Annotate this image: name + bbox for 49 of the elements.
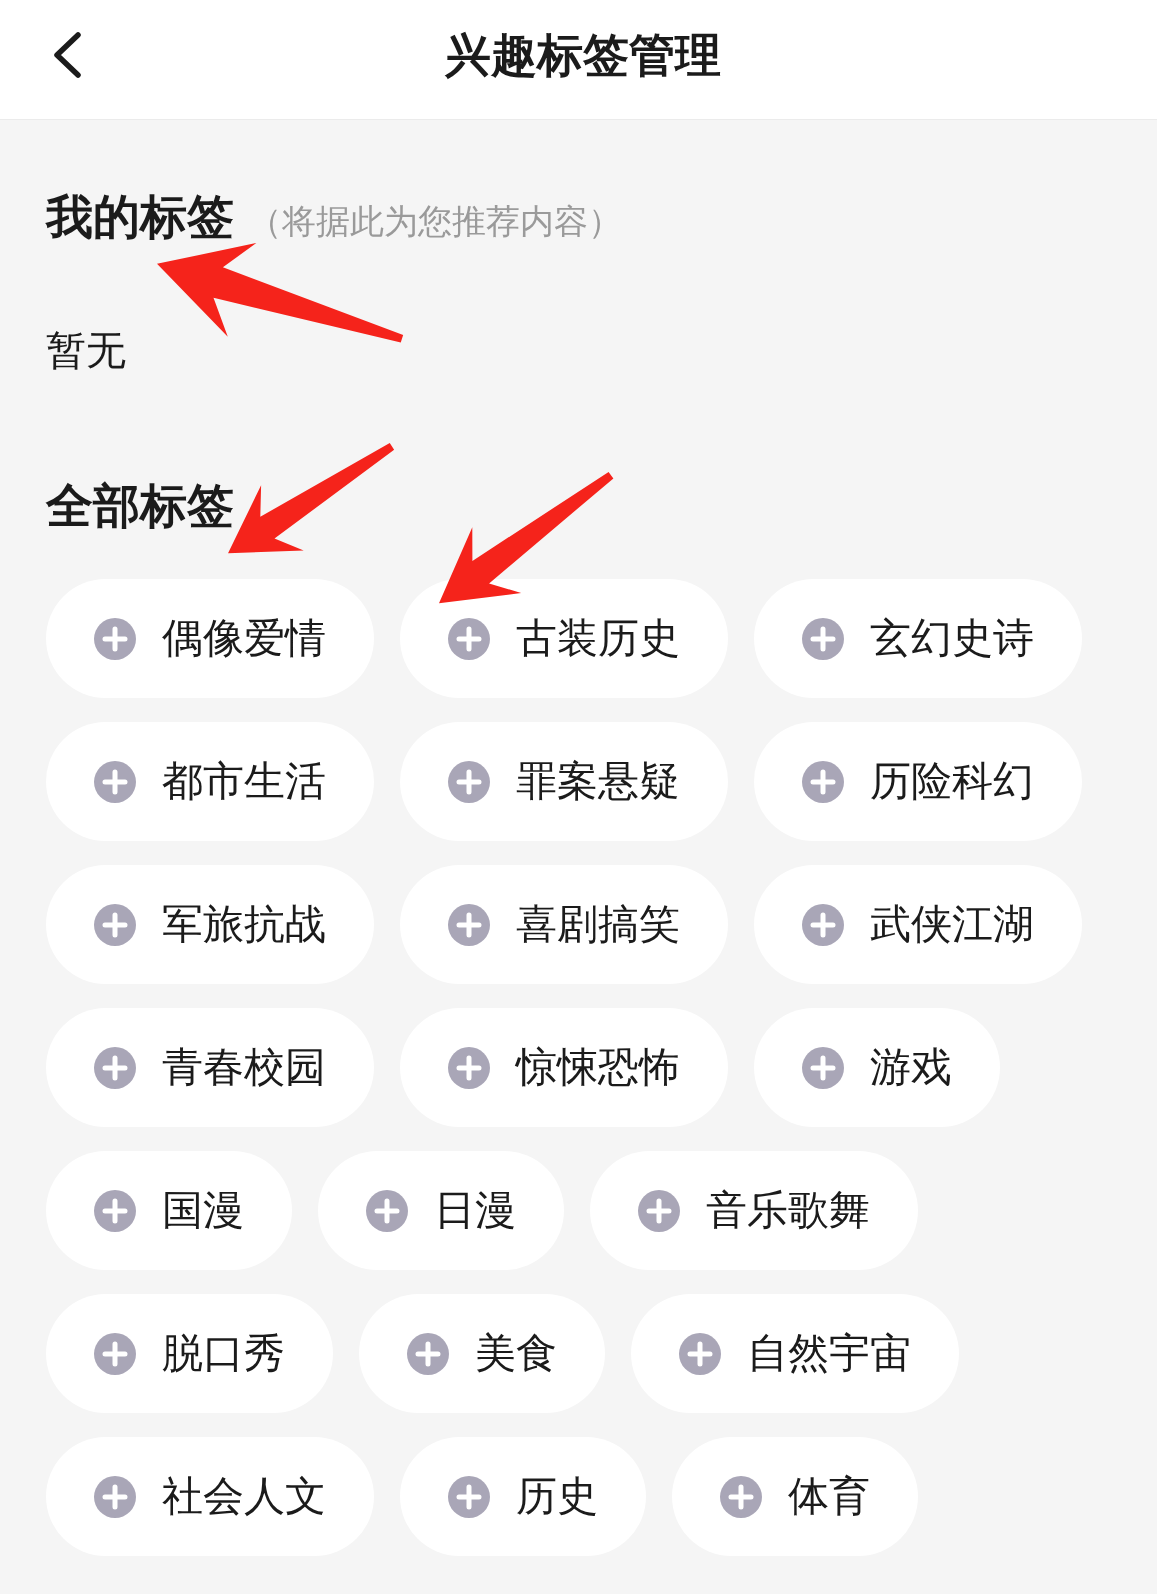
arrow-icon bbox=[157, 243, 404, 343]
tag-chip[interactable]: 都市生活 bbox=[46, 722, 374, 841]
tag-chip[interactable]: 惊悚恐怖 bbox=[400, 1008, 728, 1127]
plus-icon bbox=[94, 1332, 136, 1375]
plus-icon bbox=[94, 617, 136, 660]
tag-chip[interactable]: 游戏 bbox=[754, 1008, 1000, 1127]
plus-icon bbox=[94, 903, 136, 946]
plus-icon bbox=[407, 1332, 449, 1375]
tag-chip[interactable]: 自然宇宙 bbox=[631, 1294, 959, 1413]
tag-chip[interactable]: 军旅抗战 bbox=[46, 865, 374, 984]
plus-icon bbox=[802, 617, 844, 660]
tag-chip[interactable]: 青春校园 bbox=[46, 1008, 374, 1127]
plus-icon bbox=[638, 1189, 680, 1232]
plus-icon bbox=[802, 903, 844, 946]
plus-icon bbox=[448, 760, 490, 803]
plus-icon bbox=[94, 1046, 136, 1089]
section-heading: 全部标签 bbox=[46, 481, 234, 531]
section-hint: （将据此为您推荐内容） bbox=[248, 201, 622, 241]
tag-chip[interactable]: 脱口秀 bbox=[46, 1294, 333, 1413]
page-title: 兴趣标签管理 bbox=[444, 27, 721, 84]
plus-icon bbox=[94, 1475, 136, 1518]
tag-chip[interactable]: 古装历史 bbox=[400, 579, 728, 698]
tag-chip[interactable]: 罪案悬疑 bbox=[400, 722, 728, 841]
tag-chip[interactable]: 喜剧搞笑 bbox=[400, 865, 728, 984]
tag-chip[interactable]: 音乐歌舞 bbox=[590, 1151, 918, 1270]
plus-icon bbox=[679, 1332, 721, 1375]
plus-icon bbox=[448, 617, 490, 660]
tag-chip[interactable]: 玄幻史诗 bbox=[754, 579, 1082, 698]
plus-icon bbox=[802, 760, 844, 803]
tag-chip[interactable]: 体育 bbox=[672, 1437, 918, 1556]
arrow-icon bbox=[439, 471, 614, 603]
plus-icon bbox=[94, 760, 136, 803]
section-heading: 我的标签 bbox=[46, 192, 234, 242]
tag-chip[interactable]: 社会人文 bbox=[46, 1437, 374, 1556]
tag-chip[interactable]: 历险科幻 bbox=[754, 722, 1082, 841]
plus-icon bbox=[448, 1475, 490, 1518]
tag-chip[interactable]: 日漫 bbox=[318, 1151, 564, 1270]
tag-chip[interactable]: 历史 bbox=[400, 1437, 646, 1556]
tag-chip[interactable]: 偶像爱情 bbox=[46, 579, 374, 698]
tag-chip[interactable]: 武侠江湖 bbox=[754, 865, 1082, 984]
plus-icon bbox=[366, 1189, 408, 1232]
tag-chip[interactable]: 美食 bbox=[359, 1294, 605, 1413]
tag-chip[interactable]: 国漫 bbox=[46, 1151, 292, 1270]
empty-text: 暂无 bbox=[46, 326, 126, 374]
plus-icon bbox=[448, 903, 490, 946]
plus-icon bbox=[802, 1046, 844, 1089]
plus-icon bbox=[448, 1046, 490, 1089]
plus-icon bbox=[94, 1189, 136, 1232]
plus-icon bbox=[720, 1475, 762, 1518]
